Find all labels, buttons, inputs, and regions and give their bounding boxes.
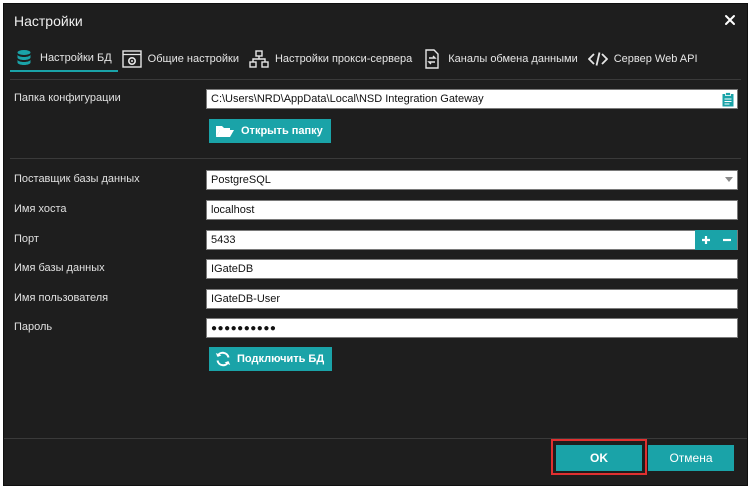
username-input[interactable]: IGateDB-User (206, 289, 738, 309)
cancel-button[interactable]: Отмена (648, 445, 734, 471)
connect-db-label: Подключить БД (237, 353, 325, 365)
dbname-value: IGateDB (211, 263, 254, 275)
tab-web-api[interactable]: Сервер Web API (584, 46, 704, 72)
minus-icon[interactable] (716, 230, 737, 250)
database-icon (14, 48, 34, 68)
tab-label: Каналы обмена данными (448, 53, 578, 65)
folder-icon (215, 124, 235, 138)
tab-label: Общие настройки (147, 53, 239, 65)
config-folder-label: Папка конфигурации (14, 92, 121, 104)
network-icon (249, 49, 269, 69)
config-folder-value: C:\Users\NRD\AppData\Local\NSD Integrati… (211, 93, 484, 105)
dbname-input[interactable]: IGateDB (206, 259, 738, 279)
divider (10, 158, 741, 159)
port-spin-buttons (695, 230, 737, 250)
tab-db-settings[interactable]: Настройки БД (10, 46, 118, 72)
open-folder-label: Открыть папку (241, 125, 323, 137)
db-provider-value: PostgreSQL (211, 174, 271, 186)
divider (10, 79, 741, 80)
host-value: localhost (211, 204, 255, 216)
config-folder-field[interactable]: C:\Users\NRD\AppData\Local\NSD Integrati… (206, 89, 738, 109)
password-value: ●●●●●●●●●● (211, 322, 277, 334)
file-exchange-icon (422, 49, 442, 69)
settings-window-icon (121, 49, 142, 69)
port-stepper[interactable]: 5433 (206, 230, 738, 250)
ok-button[interactable]: OK (556, 445, 642, 471)
title-bar: Настройки (4, 4, 747, 38)
password-input[interactable]: ●●●●●●●●●● (206, 318, 738, 338)
port-label: Порт (14, 233, 39, 245)
tab-general-settings[interactable]: Общие настройки (118, 46, 245, 72)
refresh-icon (215, 351, 231, 367)
password-label: Пароль (14, 321, 53, 333)
host-input[interactable]: localhost (206, 200, 738, 220)
chevron-down-icon (725, 177, 733, 182)
username-value: IGateDB-User (211, 293, 281, 305)
settings-dialog: Настройки Настройки БД Общие настройки Н… (3, 3, 748, 486)
open-folder-button[interactable]: Открыть папку (209, 119, 331, 143)
close-icon[interactable] (721, 11, 739, 29)
tab-bar: Настройки БД Общие настройки Настройки п… (10, 46, 747, 76)
tab-label: Сервер Web API (613, 53, 698, 65)
tab-data-channels[interactable]: Каналы обмена данными (418, 46, 584, 72)
dbname-label: Имя базы данных (14, 262, 105, 274)
host-label: Имя хоста (14, 203, 67, 215)
tab-proxy-settings[interactable]: Настройки прокси-сервера (245, 46, 418, 72)
tab-label: Настройки прокси-сервера (274, 53, 413, 65)
db-provider-label: Поставщик базы данных (14, 173, 140, 185)
tab-label: Настройки БД (40, 52, 112, 64)
plus-icon[interactable] (695, 230, 716, 250)
clipboard-icon[interactable] (721, 91, 735, 107)
username-label: Имя пользователя (14, 292, 109, 304)
db-provider-select[interactable]: PostgreSQL (206, 170, 738, 190)
window-title: Настройки (14, 13, 83, 29)
connect-db-button[interactable]: Подключить БД (209, 347, 333, 371)
code-icon (587, 49, 608, 69)
port-value: 5433 (211, 234, 236, 246)
